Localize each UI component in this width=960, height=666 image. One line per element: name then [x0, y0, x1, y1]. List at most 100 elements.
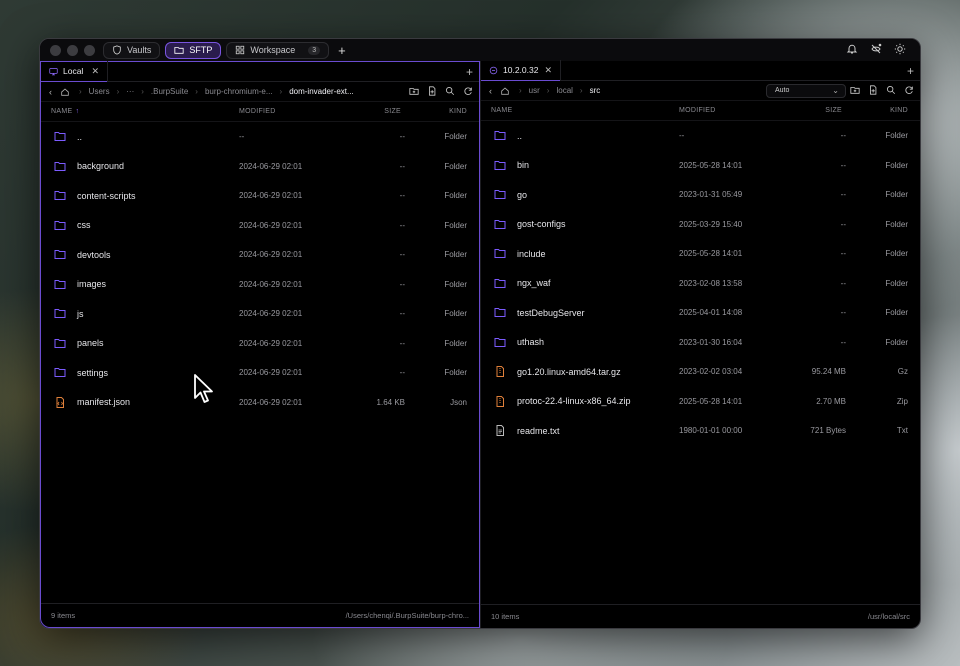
file-name: settings [77, 367, 109, 378]
tab-vaults-label: Vaults [127, 45, 152, 55]
table-row[interactable]: background 2024-06-29 02:01 -- Folder [41, 152, 479, 182]
column-modified-header[interactable]: MODIFIED [239, 108, 276, 115]
close-icon[interactable]: ✕ [91, 66, 99, 77]
table-row[interactable]: include 2025-05-28 14:01 -- Folder [481, 239, 920, 269]
column-kind-header[interactable]: KIND [449, 108, 467, 115]
breadcrumb-item[interactable]: .BurpSuite [151, 87, 188, 96]
table-row[interactable]: devtools 2024-06-29 02:01 -- Folder [41, 240, 479, 270]
file-name: panels [77, 338, 104, 349]
file-modified: -- [679, 131, 685, 141]
file-name: bin [517, 160, 530, 171]
new-folder-icon[interactable] [409, 86, 419, 96]
new-folder-icon[interactable] [850, 85, 860, 95]
folder-icon [54, 191, 66, 200]
table-row[interactable]: js 2024-06-29 02:01 -- Folder [41, 299, 479, 329]
tab-workspace[interactable]: Workspace 3 [226, 41, 330, 59]
home-icon[interactable] [500, 86, 510, 96]
chevron-down-icon: ⌄ [832, 86, 839, 95]
file-name: content-scripts [77, 190, 136, 201]
folder-icon [54, 279, 66, 289]
breadcrumb-current[interactable]: dom-invader-ext... [289, 87, 353, 96]
refresh-icon[interactable] [904, 85, 914, 95]
folder-icon [494, 190, 506, 199]
breadcrumb-item[interactable]: burp-chromium-e... [205, 87, 273, 96]
breadcrumb-ellipsis[interactable]: ··· [126, 87, 134, 96]
folder-icon [494, 278, 506, 288]
breadcrumb-item[interactable]: Users [89, 87, 110, 96]
new-tab-button[interactable]: + [338, 44, 346, 57]
table-row[interactable]: panels 2024-06-29 02:01 -- Folder [41, 329, 479, 359]
folder-icon [54, 368, 66, 377]
tab-vaults[interactable]: Vaults [103, 41, 161, 59]
bell-icon[interactable] [846, 43, 858, 55]
table-row[interactable]: manifest.json 2024-06-29 02:01 1.64 KB Json [41, 388, 479, 418]
table-row[interactable]: content-scripts 2024-06-29 02:01 -- Folder [41, 181, 479, 211]
file-name: go [517, 189, 528, 200]
breadcrumb-current[interactable]: src [590, 86, 601, 95]
folder-icon [174, 47, 184, 54]
tab-workspace-label: Workspace [250, 45, 296, 55]
back-icon[interactable]: ‹ [489, 86, 492, 96]
table-row[interactable]: gost-configs 2025-03-29 15:40 -- Folder [481, 210, 920, 240]
table-row[interactable]: go 2023-01-31 05:49 -- Folder [481, 180, 920, 210]
local-pane: Local ✕ + ‹ › Users › ··· › .BurpSuite ›… [40, 61, 480, 628]
sync-off-icon[interactable] [870, 43, 882, 55]
folder-icon [494, 219, 506, 229]
add-tab-button[interactable]: + [466, 65, 473, 79]
remote-tab-row: 10.2.0.32 ✕ + [481, 60, 920, 81]
tab-sftp-label: SFTP [189, 45, 213, 55]
table-row[interactable]: .. -- -- Folder [41, 122, 479, 152]
table-row[interactable]: bin 2025-05-28 14:01 -- Folder [481, 151, 920, 181]
file-name: go1.20.linux-amd64.tar.gz [517, 366, 621, 377]
tab-sftp[interactable]: SFTP [165, 41, 222, 59]
table-row[interactable]: .. -- -- Folder [481, 121, 920, 151]
table-row[interactable]: settings 2024-06-29 02:01 -- Folder [41, 358, 479, 388]
table-row[interactable]: uthash 2023-01-30 16:04 -- Folder [481, 328, 920, 358]
table-row[interactable]: go1.20.linux-amd64.tar.gz 2023-02-02 03:0… [481, 357, 920, 387]
shield-icon [113, 45, 121, 55]
close-icon[interactable]: ✕ [544, 65, 552, 76]
close-window-button[interactable] [50, 44, 61, 56]
transfer-mode-select[interactable]: Auto ⌄ [766, 84, 846, 98]
new-file-icon[interactable] [868, 85, 878, 95]
folder-icon [54, 338, 66, 348]
file-kind: Folder [444, 220, 467, 230]
zoom-window-button[interactable] [84, 44, 95, 56]
column-size-header[interactable]: SIZE [825, 107, 842, 114]
table-row[interactable]: protoc-22.4-linux-x86_64.zip 2025-05-28 1… [481, 387, 920, 417]
table-row[interactable]: css 2024-06-29 02:01 -- Folder [41, 211, 479, 241]
tab-local[interactable]: Local ✕ [41, 61, 108, 82]
breadcrumb-item[interactable]: local [556, 86, 572, 95]
column-size-header[interactable]: SIZE [384, 108, 401, 115]
new-file-icon[interactable] [427, 86, 437, 96]
table-row[interactable]: testDebugServer 2025-04-01 14:08 -- Folder [481, 298, 920, 328]
minimize-window-button[interactable] [67, 44, 78, 56]
tab-remote-host[interactable]: 10.2.0.32 ✕ [481, 60, 561, 81]
file-modified: 2024-06-29 02:01 [239, 309, 303, 319]
file-name: manifest.json [77, 397, 131, 408]
file-modified: 2023-01-31 05:49 [679, 190, 743, 200]
search-icon[interactable] [445, 86, 455, 96]
file-size: -- [399, 279, 405, 289]
search-icon[interactable] [886, 85, 896, 95]
table-row[interactable]: readme.txt 1980-01-01 00:00 721 Bytes Txt [481, 416, 920, 446]
local-file-list: .. -- -- Folder background 2024-06-29 02:01 --… [41, 122, 479, 417]
back-icon[interactable]: ‹ [49, 87, 52, 97]
sun-icon[interactable] [894, 43, 906, 55]
column-kind-header[interactable]: KIND [890, 107, 908, 114]
column-name-header[interactable]: NAME [491, 107, 512, 114]
folder-icon [494, 160, 506, 170]
table-row[interactable]: ngx_waf 2023-02-08 13:58 -- Folder [481, 269, 920, 299]
table-row[interactable]: images 2024-06-29 02:01 -- Folder [41, 270, 479, 300]
column-name-header[interactable]: NAME ↑ [51, 108, 79, 115]
breadcrumb-item[interactable]: usr [529, 86, 540, 95]
home-icon[interactable] [60, 87, 70, 97]
chevron-right-icon: › [141, 87, 144, 96]
file-kind: Gz [897, 367, 908, 377]
file-size: 95.24 MB [811, 367, 846, 377]
tab-remote-label: 10.2.0.32 [503, 65, 539, 75]
column-modified-header[interactable]: MODIFIED [679, 107, 716, 114]
file-name: gost-configs [517, 219, 566, 230]
add-tab-button[interactable]: + [907, 64, 914, 78]
refresh-icon[interactable] [463, 86, 473, 96]
